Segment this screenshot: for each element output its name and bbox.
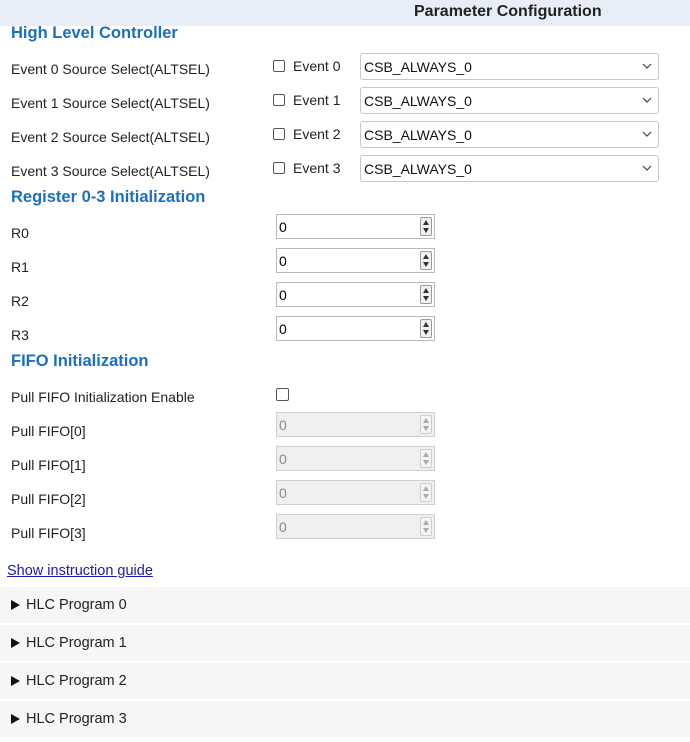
register-r1-label: R1 — [11, 259, 29, 275]
fifo-enable-label: Pull FIFO Initialization Enable — [11, 389, 195, 405]
chevron-down-icon — [642, 63, 652, 69]
hlc-program-2-label: HLC Program 2 — [26, 673, 127, 689]
register-r0-value: 0 — [279, 219, 287, 235]
register-r0-label: R0 — [11, 225, 29, 241]
event-3-checkbox-label: Event 3 — [293, 160, 341, 176]
pull-fifo-1-input: 0 — [276, 446, 435, 471]
register-r1-stepper[interactable] — [420, 251, 432, 270]
register-r0-input[interactable]: 0 — [276, 214, 435, 239]
register-r2-input[interactable]: 0 — [276, 282, 435, 307]
hlc-program-3-label: HLC Program 3 — [26, 711, 127, 727]
expand-arrow-icon — [11, 638, 20, 648]
event-1-label: Event 1 Source Select(ALTSEL) — [11, 95, 210, 111]
event-3-source-value: CSB_ALWAYS_0 — [364, 161, 472, 177]
register-r0-stepper[interactable] — [420, 217, 432, 236]
panel-title: Parameter Configuration — [414, 3, 602, 20]
event-2-source-select[interactable]: CSB_ALWAYS_0 — [360, 121, 659, 148]
event-2-source-value: CSB_ALWAYS_0 — [364, 127, 472, 143]
pull-fifo-3-value: 0 — [279, 519, 287, 535]
spin-up-icon[interactable] — [423, 254, 429, 259]
event-1-source-select[interactable]: CSB_ALWAYS_0 — [360, 87, 659, 114]
spin-down-icon[interactable] — [423, 228, 429, 233]
spin-down-icon[interactable] — [423, 296, 429, 301]
hlc-program-0-accordion[interactable]: HLC Program 0 — [0, 587, 690, 623]
hlc-program-1-label: HLC Program 1 — [26, 635, 127, 651]
event-2-checkbox[interactable] — [273, 128, 285, 140]
register-r3-input[interactable]: 0 — [276, 316, 435, 341]
pull-fifo-2-stepper — [420, 483, 432, 502]
spin-down-icon[interactable] — [423, 330, 429, 335]
spin-down-icon — [423, 426, 429, 431]
spin-up-icon[interactable] — [423, 220, 429, 225]
pull-fifo-3-input: 0 — [276, 514, 435, 539]
register-r3-stepper[interactable] — [420, 319, 432, 338]
spin-down-icon — [423, 528, 429, 533]
spin-up-icon — [423, 486, 429, 491]
expand-arrow-icon — [11, 676, 20, 686]
event-0-checkbox-label: Event 0 — [293, 58, 341, 74]
pull-fifo-1-value: 0 — [279, 451, 287, 467]
show-instruction-guide-link[interactable]: Show instruction guide — [7, 563, 153, 579]
pull-fifo-3-label: Pull FIFO[3] — [11, 525, 86, 541]
event-0-source-select[interactable]: CSB_ALWAYS_0 — [360, 53, 659, 80]
fifo-enable-checkbox[interactable] — [276, 388, 289, 401]
event-2-label: Event 2 Source Select(ALTSEL) — [11, 129, 210, 145]
register-r1-value: 0 — [279, 253, 287, 269]
spin-up-icon — [423, 452, 429, 457]
section-title-registers: Register 0-3 Initialization — [11, 188, 206, 206]
event-1-source-value: CSB_ALWAYS_0 — [364, 93, 472, 109]
section-title-fifo: FIFO Initialization — [11, 352, 149, 370]
spin-up-icon — [423, 418, 429, 423]
register-r1-input[interactable]: 0 — [276, 248, 435, 273]
register-r3-label: R3 — [11, 327, 29, 343]
event-1-checkbox[interactable] — [273, 94, 285, 106]
event-0-checkbox[interactable] — [273, 60, 285, 72]
pull-fifo-1-label: Pull FIFO[1] — [11, 457, 86, 473]
register-r2-stepper[interactable] — [420, 285, 432, 304]
pull-fifo-1-stepper — [420, 449, 432, 468]
chevron-down-icon — [642, 131, 652, 137]
spin-down-icon — [423, 460, 429, 465]
chevron-down-icon — [642, 165, 652, 171]
event-3-source-select[interactable]: CSB_ALWAYS_0 — [360, 155, 659, 182]
pull-fifo-3-stepper — [420, 517, 432, 536]
hlc-program-2-accordion[interactable]: HLC Program 2 — [0, 663, 690, 699]
spin-down-icon — [423, 494, 429, 499]
spin-up-icon — [423, 520, 429, 525]
panel-header: Parameter Configuration — [0, 0, 690, 26]
expand-arrow-icon — [11, 600, 20, 610]
chevron-down-icon — [642, 97, 652, 103]
event-1-checkbox-label: Event 1 — [293, 92, 341, 108]
event-0-source-value: CSB_ALWAYS_0 — [364, 59, 472, 75]
spin-down-icon[interactable] — [423, 262, 429, 267]
event-3-label: Event 3 Source Select(ALTSEL) — [11, 163, 210, 179]
pull-fifo-0-label: Pull FIFO[0] — [11, 423, 86, 439]
hlc-program-0-label: HLC Program 0 — [26, 597, 127, 613]
pull-fifo-0-input: 0 — [276, 412, 435, 437]
hlc-program-1-accordion[interactable]: HLC Program 1 — [0, 625, 690, 661]
register-r2-label: R2 — [11, 293, 29, 309]
section-title-hlc: High Level Controller — [11, 24, 178, 42]
pull-fifo-0-stepper — [420, 415, 432, 434]
pull-fifo-0-value: 0 — [279, 417, 287, 433]
event-0-label: Event 0 Source Select(ALTSEL) — [11, 61, 210, 77]
pull-fifo-2-value: 0 — [279, 485, 287, 501]
register-r2-value: 0 — [279, 287, 287, 303]
expand-arrow-icon — [11, 714, 20, 724]
event-2-checkbox-label: Event 2 — [293, 126, 341, 142]
pull-fifo-2-input: 0 — [276, 480, 435, 505]
pull-fifo-2-label: Pull FIFO[2] — [11, 491, 86, 507]
register-r3-value: 0 — [279, 321, 287, 337]
hlc-program-3-accordion[interactable]: HLC Program 3 — [0, 701, 690, 737]
spin-up-icon[interactable] — [423, 322, 429, 327]
spin-up-icon[interactable] — [423, 288, 429, 293]
event-3-checkbox[interactable] — [273, 162, 285, 174]
